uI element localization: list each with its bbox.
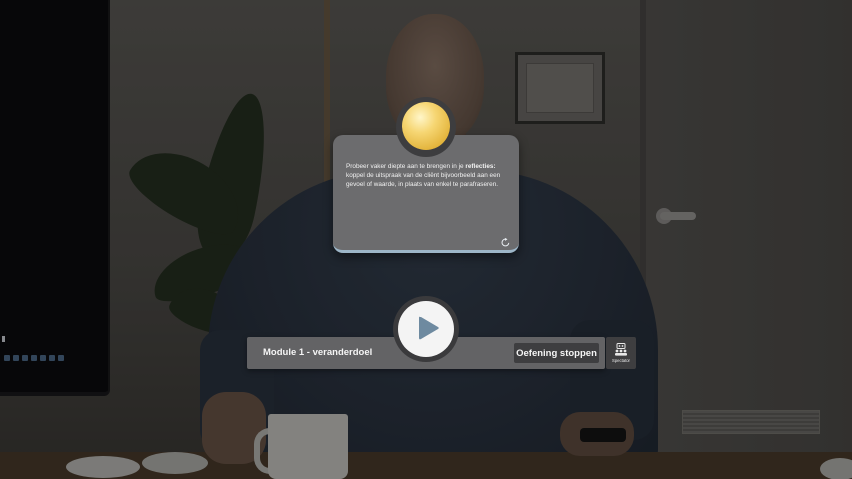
stop-exercise-button[interactable]: Oefening stoppen <box>514 343 599 363</box>
feedback-text-start: Probeer vaker diepte aan te brengen in j… <box>346 163 466 170</box>
coin-icon <box>402 102 450 150</box>
spectator-icon <box>615 343 627 356</box>
spectator-label: Spectator <box>612 358 630 363</box>
play-icon <box>419 316 439 340</box>
feedback-text: Probeer vaker diepte aan te brengen in j… <box>346 162 508 189</box>
feedback-text-end: koppel de uitspraak van de cliënt bijvoo… <box>346 172 501 188</box>
module-title: Module 1 - veranderdoel <box>263 347 373 358</box>
feedback-text-highlight: reflecties: <box>465 163 496 170</box>
refresh-icon[interactable] <box>500 237 511 248</box>
